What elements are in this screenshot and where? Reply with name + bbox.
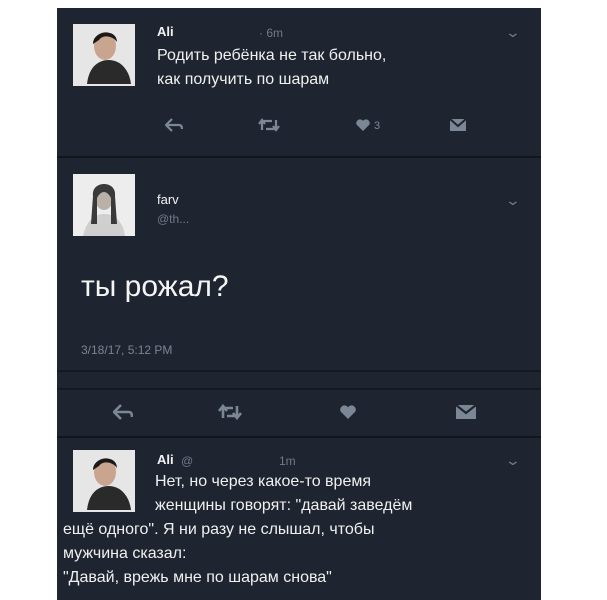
tweet-text: ты рожал?	[81, 270, 229, 303]
divider	[57, 436, 541, 438]
twitter-screen: Ali · 6m ⌄ Родить ребёнка не так больно,…	[57, 8, 541, 600]
like-count: 3	[374, 120, 381, 132]
chevron-down-icon[interactable]: ⌄	[505, 192, 521, 209]
chevron-down-icon[interactable]: ⌄	[505, 24, 521, 41]
retweet-icon[interactable]	[217, 404, 243, 420]
chevron-down-icon[interactable]: ⌄	[505, 452, 521, 469]
avatar[interactable]	[73, 174, 135, 236]
divider	[57, 370, 541, 372]
author-name[interactable]: Ali	[157, 24, 174, 39]
reply-icon[interactable]	[165, 118, 183, 132]
message-icon[interactable]	[455, 404, 477, 420]
retweet-icon[interactable]	[257, 118, 281, 132]
tweet-text: Нет, но через какое-то время женщины гов…	[63, 473, 413, 586]
tweet-date: 3/18/17, 5:12 PM	[81, 343, 173, 357]
tweet-text: Родить ребёнка не так больно, как получи…	[157, 47, 387, 88]
divider	[57, 156, 541, 158]
tweet-time: 1m	[279, 454, 296, 468]
message-icon[interactable]	[449, 118, 467, 132]
author-handle[interactable]: @	[181, 454, 193, 468]
author-name[interactable]: Ali	[157, 452, 174, 467]
tweet-time: · 6m	[259, 26, 283, 40]
heart-icon[interactable]	[339, 404, 357, 420]
author-name[interactable]: farv	[157, 192, 179, 207]
avatar[interactable]	[73, 24, 135, 86]
author-handle[interactable]: @th...	[157, 212, 189, 226]
reply-icon[interactable]	[113, 404, 133, 420]
divider	[57, 388, 541, 390]
heart-icon[interactable]	[355, 118, 371, 132]
